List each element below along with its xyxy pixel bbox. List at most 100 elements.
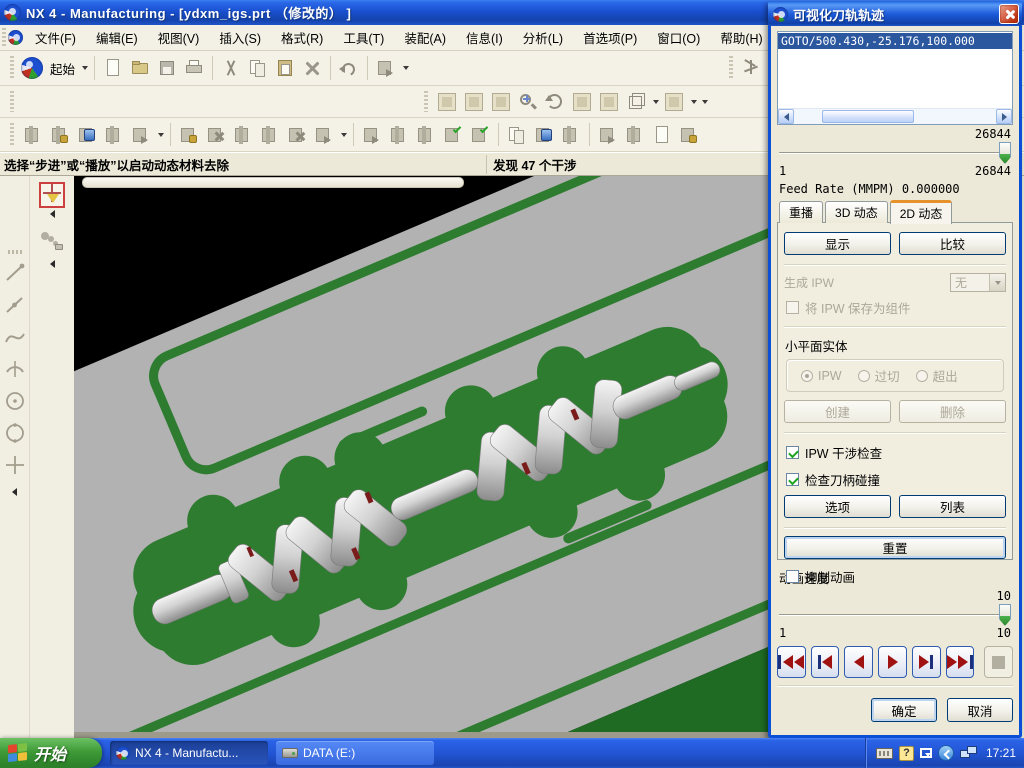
reset-button[interactable]: 重置 (784, 536, 1006, 559)
toolbar-grip[interactable] (10, 91, 14, 113)
chevron-down-icon[interactable] (158, 133, 164, 137)
create-program-icon[interactable] (21, 123, 45, 147)
chevron-down-icon[interactable] (691, 100, 697, 104)
suppress-animation-checkbox[interactable]: 抑制动画 (786, 567, 1004, 586)
go-to-start-button[interactable] (777, 646, 806, 678)
start-menu-label[interactable]: 起始 (50, 59, 75, 78)
options-button[interactable]: 选项 (784, 495, 891, 518)
menu-assemblies[interactable]: 装配(A) (395, 25, 455, 50)
magnifier-icon[interactable] (516, 90, 540, 114)
holder-collision-checkbox[interactable]: 检查刀柄碰撞 (786, 470, 1004, 489)
tab-2d-dynamic[interactable]: 2D 动态 (890, 200, 953, 224)
menu-file[interactable]: 文件(F) (26, 25, 85, 50)
chevron-down-icon[interactable] (341, 133, 347, 137)
viewport-3d-scene[interactable] (74, 176, 770, 732)
chevron-down-icon[interactable] (653, 100, 659, 104)
rotate-view-icon[interactable] (543, 90, 567, 114)
toolpath-list-item[interactable]: GOTO/500.430,-25.176,100.000 (778, 33, 1012, 49)
zoom-icon[interactable] (462, 90, 486, 114)
listbox-hscrollbar[interactable] (778, 108, 1012, 124)
keyboard-layout-icon[interactable] (876, 748, 893, 759)
hide-tray-icons-chevron[interactable] (938, 745, 954, 761)
close-icon[interactable] (999, 4, 1019, 24)
list-button[interactable]: 列表 (899, 495, 1006, 518)
paste-operation-icon[interactable] (258, 123, 282, 147)
collapse-left-icon[interactable] (50, 260, 55, 268)
show-button[interactable]: 显示 (784, 232, 891, 255)
replay-toolpath-icon[interactable] (387, 123, 411, 147)
delete-icon[interactable] (300, 56, 324, 80)
create-geometry-icon[interactable] (75, 123, 99, 147)
checkbox-box[interactable] (786, 446, 799, 459)
toolpath-progress-slider[interactable] (779, 142, 1011, 164)
chevron-down-icon[interactable] (403, 66, 409, 70)
open-folder-icon[interactable] (128, 56, 152, 80)
machining-navigator-icon[interactable] (505, 123, 529, 147)
tool-holder-icon[interactable] (532, 123, 556, 147)
line-icon[interactable] (3, 258, 27, 288)
export-icon[interactable] (374, 56, 398, 80)
menu-edit[interactable]: 编辑(E) (87, 25, 147, 50)
delete-operation-icon[interactable] (285, 123, 309, 147)
taskbar-task-data-drive[interactable]: DATA (E:) (276, 741, 434, 765)
slider-track[interactable] (779, 152, 1011, 154)
wcs-orientation-icon[interactable] (740, 56, 764, 80)
copy-icon[interactable] (246, 56, 270, 80)
tab-replay[interactable]: 重播 (779, 201, 823, 223)
scroll-left-icon[interactable] (778, 109, 794, 124)
restore-tray-icon[interactable] (920, 748, 932, 758)
copy-operation-icon[interactable] (231, 123, 255, 147)
animation-speed-slider[interactable] (779, 604, 1011, 626)
menu-preferences[interactable]: 首选项(P) (574, 25, 646, 50)
checkbox-box[interactable] (786, 570, 799, 583)
menu-insert[interactable]: 插入(S) (210, 25, 270, 50)
fit-view-icon[interactable] (435, 90, 459, 114)
create-tool-icon[interactable] (48, 123, 72, 147)
dialog-titlebar[interactable]: 可视化刀轨轨迹 (768, 2, 1022, 26)
start-button[interactable]: 开始 (0, 738, 102, 768)
arc-icon[interactable] (3, 354, 27, 384)
circle-icon[interactable] (3, 418, 27, 448)
menu-information[interactable]: 信息(I) (457, 25, 512, 50)
scrollbar-thumb[interactable] (822, 110, 914, 123)
go-to-end-button[interactable] (946, 646, 975, 678)
post-process-icon[interactable] (596, 123, 620, 147)
step-forward-button[interactable] (912, 646, 941, 678)
menu-analysis[interactable]: 分析(L) (514, 25, 572, 50)
toolbar-grip[interactable] (8, 250, 22, 254)
selection-filter-icon[interactable] (39, 182, 65, 208)
compare-button[interactable]: 比较 (899, 232, 1006, 255)
layer-settings-icon[interactable] (662, 90, 686, 114)
toolbar-grip[interactable] (10, 123, 14, 146)
pan-icon[interactable] (570, 90, 594, 114)
isometric-view-icon[interactable] (624, 90, 648, 114)
menu-format[interactable]: 格式(R) (272, 25, 332, 50)
scroll-right-icon[interactable] (996, 109, 1012, 124)
ok-button[interactable]: 确定 (871, 698, 937, 722)
line-point-icon[interactable] (3, 290, 27, 320)
collapse-left-icon[interactable] (50, 210, 55, 218)
menu-view[interactable]: 视图(V) (149, 25, 209, 50)
menu-help[interactable]: 帮助(H) (711, 25, 771, 50)
create-method-icon[interactable] (102, 123, 126, 147)
help-tray-icon[interactable]: ? (899, 746, 914, 761)
taskbar-task-nx[interactable]: NX 4 - Manufactu... (110, 741, 268, 765)
step-back-button[interactable] (811, 646, 840, 678)
generate-toolpath-icon[interactable] (360, 123, 384, 147)
circle-center-icon[interactable] (3, 386, 27, 416)
toolbar-grip[interactable] (10, 56, 14, 80)
edit-operation-icon[interactable] (177, 123, 201, 147)
zoom-region-icon[interactable] (489, 90, 513, 114)
slider-thumb[interactable] (999, 142, 1011, 164)
save-icon[interactable] (155, 56, 179, 80)
tab-3d-dynamic[interactable]: 3D 动态 (825, 201, 888, 223)
toolpath-listbox[interactable]: GOTO/500.430,-25.176,100.000 (777, 31, 1013, 125)
cut-operation-icon[interactable] (204, 123, 228, 147)
play-backward-button[interactable] (844, 646, 873, 678)
workpiece-icon[interactable] (559, 123, 583, 147)
toolbar-grip[interactable] (729, 56, 733, 80)
taskbar-clock[interactable]: 17:21 (986, 746, 1016, 760)
list-toolpath-icon[interactable] (441, 123, 465, 147)
slider-thumb[interactable] (999, 604, 1011, 626)
checkbox-box[interactable] (786, 473, 799, 486)
